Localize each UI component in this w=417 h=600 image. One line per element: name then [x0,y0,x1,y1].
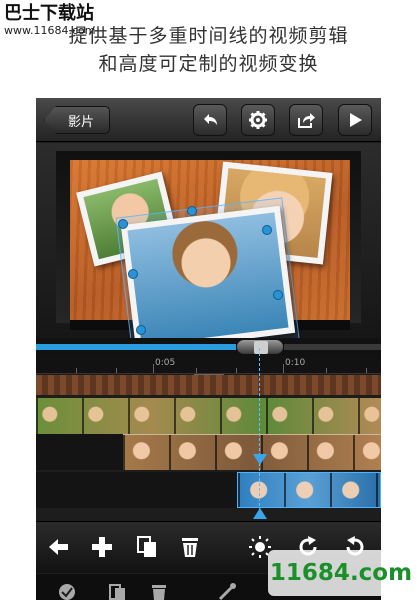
back-arrow-icon [49,539,68,555]
play-button[interactable] [338,104,372,136]
site-logo-watermark: 11684.com [268,550,414,596]
ruler-label-5s: 0:05 [155,358,176,368]
preview-stage [36,143,381,376]
copy-icon[interactable] [106,580,128,600]
delete-icon [182,538,198,557]
scrubber-progress [36,344,236,350]
play-icon [350,113,362,127]
timeline-ruler: 0:05 0:10 [36,356,381,374]
transform-handle-tl[interactable] [118,219,128,229]
duplicate-button[interactable] [134,534,160,560]
transform-handle-ml[interactable] [128,269,138,279]
settings-button[interactable] [241,104,275,136]
share-icon [298,113,315,128]
back-button-label: 影片 [67,114,94,130]
trash-icon[interactable] [148,580,170,600]
caption-line-2: 和高度可定制的视频变换 [98,53,319,75]
magic-wand-icon[interactable] [216,580,238,600]
back-to-movies-button[interactable]: 影片 [44,106,110,134]
top-toolbar: 影片 [36,98,381,142]
checkmark-icon[interactable] [56,580,78,600]
share-button[interactable] [289,104,323,136]
undo-icon [204,114,217,125]
ruler-label-10s: 0:10 [285,358,306,368]
video-track-2 [36,434,381,470]
duplicate-icon [137,536,156,557]
add-clip-button[interactable] [89,534,115,560]
transform-handle-mr[interactable] [273,290,283,300]
playhead-line [259,348,260,516]
gear-icon [249,111,267,129]
playback-scrubber[interactable] [36,338,381,356]
transform-handle-bl[interactable] [136,325,146,335]
app-screen: 影片 0:05 0:10 [36,98,381,600]
video-track-1 [36,398,381,434]
transform-handle-tc[interactable] [187,206,197,216]
clip-in-marker[interactable] [253,454,267,465]
site-url: www.11684.com [4,24,96,37]
transform-handle-tr[interactable] [262,225,272,235]
clip-out-marker[interactable] [253,508,267,519]
site-watermark: 巴士下载站 www.11684.com [4,4,95,38]
scrubber-remaining [284,344,381,350]
add-icon [92,537,112,557]
clip-girl-with-teddy[interactable] [36,398,381,434]
back-arrow-button[interactable] [46,534,72,560]
scrubber-knob[interactable] [236,339,284,355]
video-track-3 [36,472,381,508]
site-name: 巴士下载站 [4,3,94,24]
undo-button[interactable] [193,104,227,136]
clip-girl-holding-shell[interactable] [123,434,381,470]
audio-track[interactable] [36,375,381,395]
delete-button[interactable] [177,534,203,560]
page: 巴士下载站 www.11684.com 提供基于多重时间线的视频剪辑 和高度可定… [0,0,417,600]
site-logo-text: 11684.com [269,560,413,586]
